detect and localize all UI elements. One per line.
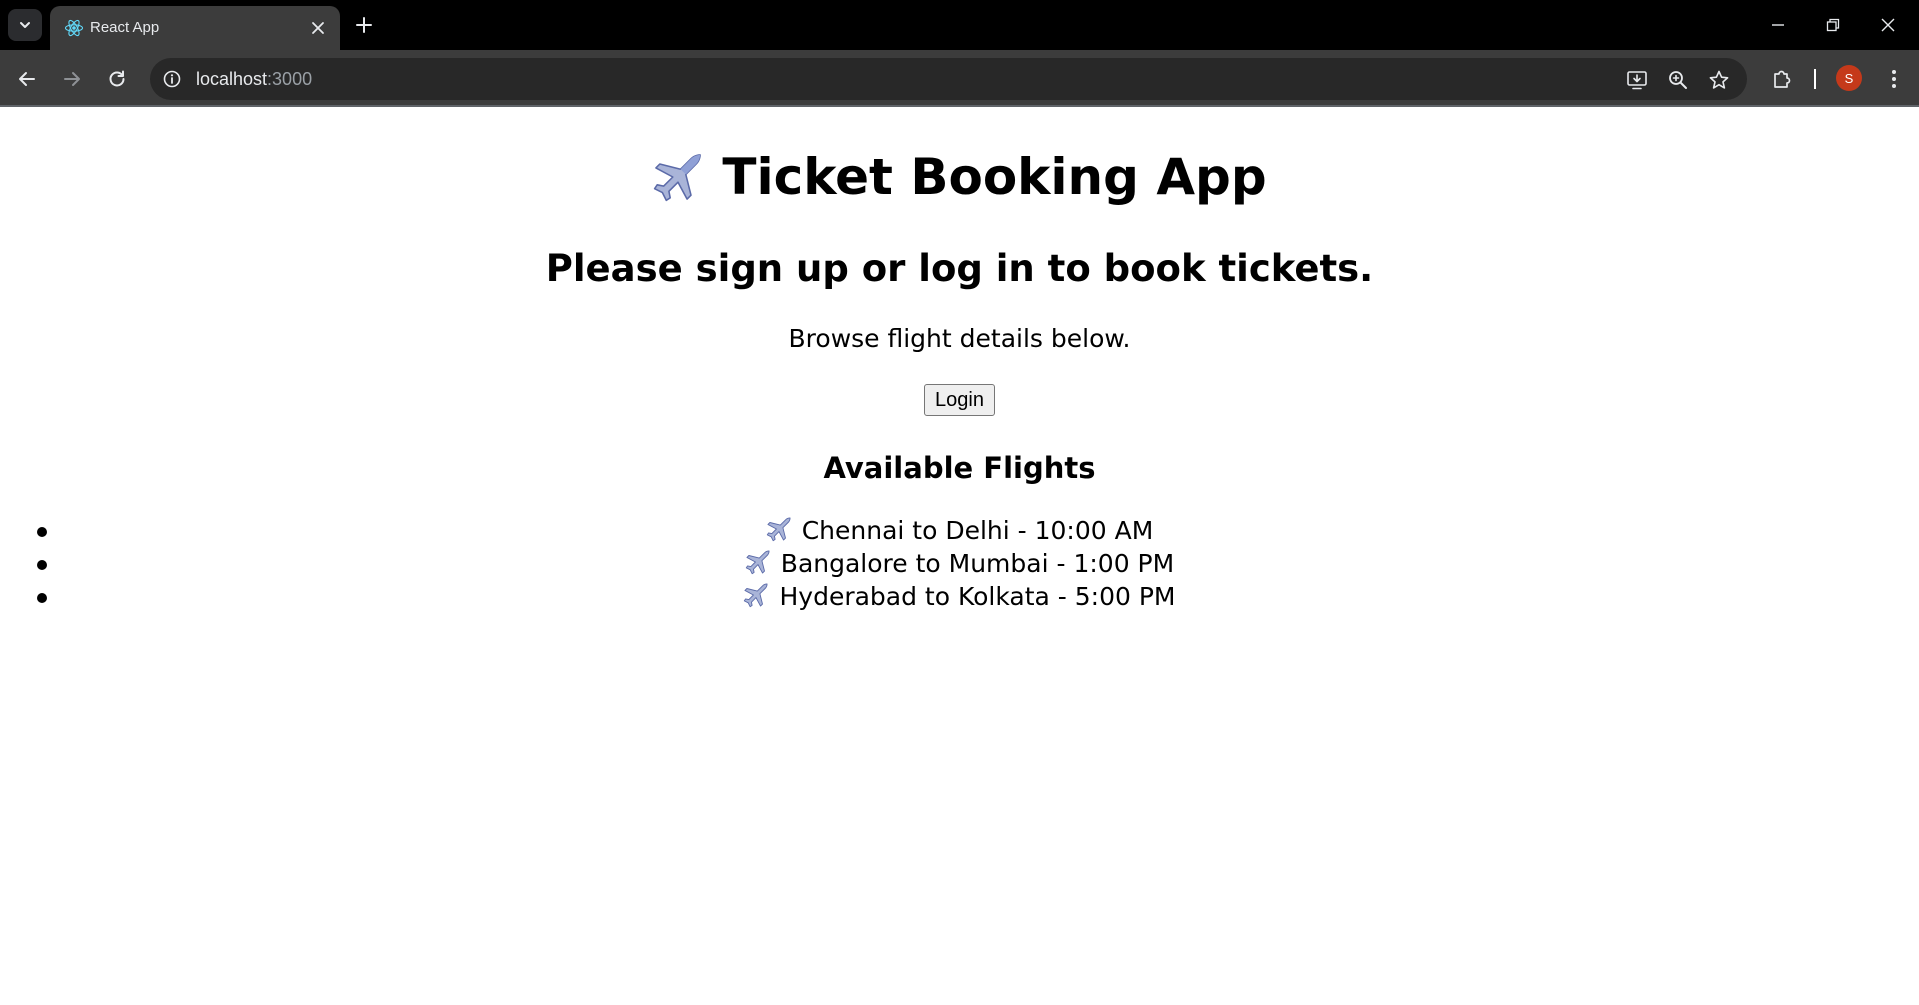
signup-prompt: Please sign up or log in to book tickets… xyxy=(545,247,1374,290)
reload-icon xyxy=(109,70,125,87)
url-host: localhost xyxy=(196,69,268,89)
tab-strip: React App xyxy=(0,0,1919,50)
restore-button[interactable] xyxy=(1813,8,1853,42)
airplane-icon xyxy=(654,153,702,201)
address-bar[interactable]: localhost:3000 xyxy=(150,58,1747,100)
arrow-right-icon xyxy=(64,72,80,86)
new-tab-button[interactable] xyxy=(350,11,378,39)
login-button[interactable]: Login xyxy=(924,384,995,416)
active-tab[interactable]: React App xyxy=(50,6,340,50)
back-button[interactable] xyxy=(10,62,44,96)
minimize-button[interactable] xyxy=(1758,8,1798,42)
airplane-icon xyxy=(745,550,770,575)
list-item: Chennai to Delhi - 10:00 AM xyxy=(0,514,1919,547)
list-bullet xyxy=(37,527,47,537)
airplane-icon xyxy=(744,583,768,608)
minimize-icon xyxy=(1772,24,1784,26)
plus-icon xyxy=(356,17,372,33)
info-icon xyxy=(163,70,181,88)
restore-icon xyxy=(1826,18,1840,32)
url-port: :3000 xyxy=(267,69,313,89)
flight-label: Bangalore to Mumbai - 1:00 PM xyxy=(780,549,1175,578)
tab-search-button[interactable] xyxy=(8,9,42,41)
kebab-menu-icon xyxy=(1892,70,1896,88)
browse-text: Browse flight details below. xyxy=(788,324,1131,353)
browser-menu-button[interactable] xyxy=(1877,62,1911,96)
install-app-button[interactable] xyxy=(1623,66,1651,94)
airplane-icon xyxy=(766,517,791,542)
extensions-button[interactable] xyxy=(1765,62,1799,96)
zoom-button[interactable] xyxy=(1664,66,1692,94)
site-info-button[interactable] xyxy=(160,67,184,91)
puzzle-icon xyxy=(1774,70,1791,88)
login-container: Login xyxy=(0,384,1919,416)
zoom-icon xyxy=(1669,71,1687,89)
page-content: Ticket Booking App Please sign up or log… xyxy=(0,109,1919,1005)
tab-close-button[interactable] xyxy=(308,18,328,38)
browser-toolbar: localhost:3000 S xyxy=(0,50,1919,107)
tab-title: React App xyxy=(90,19,160,36)
close-window-button[interactable] xyxy=(1868,8,1908,42)
react-icon xyxy=(64,19,84,37)
list-bullet xyxy=(37,560,47,570)
list-item: Bangalore to Mumbai - 1:00 PM xyxy=(0,547,1919,580)
reload-button[interactable] xyxy=(100,62,134,96)
flight-label: Hyderabad to Kolkata - 5:00 PM xyxy=(779,582,1176,611)
toolbar-divider xyxy=(1814,69,1816,89)
close-icon xyxy=(312,22,324,34)
close-window-icon xyxy=(1881,18,1895,32)
list-item: Hyderabad to Kolkata - 5:00 PM xyxy=(0,580,1919,613)
page-title-text: Ticket Booking App xyxy=(722,148,1267,206)
page-title: Ticket Booking App xyxy=(0,145,1919,209)
flights-heading: Available Flights xyxy=(823,451,1096,485)
forward-button[interactable] xyxy=(55,62,89,96)
chevron-down-icon xyxy=(20,22,30,28)
list-bullet xyxy=(37,593,47,603)
star-icon xyxy=(1709,70,1729,89)
url-text: localhost:3000 xyxy=(196,69,312,90)
profile-avatar[interactable]: S xyxy=(1836,65,1862,91)
arrow-left-icon xyxy=(19,72,35,86)
flights-list: Chennai to Delhi - 10:00 AM Bangalore to… xyxy=(0,514,1919,613)
bookmark-button[interactable] xyxy=(1705,66,1733,94)
install-app-icon xyxy=(1627,71,1647,90)
flight-label: Chennai to Delhi - 10:00 AM xyxy=(801,516,1154,545)
